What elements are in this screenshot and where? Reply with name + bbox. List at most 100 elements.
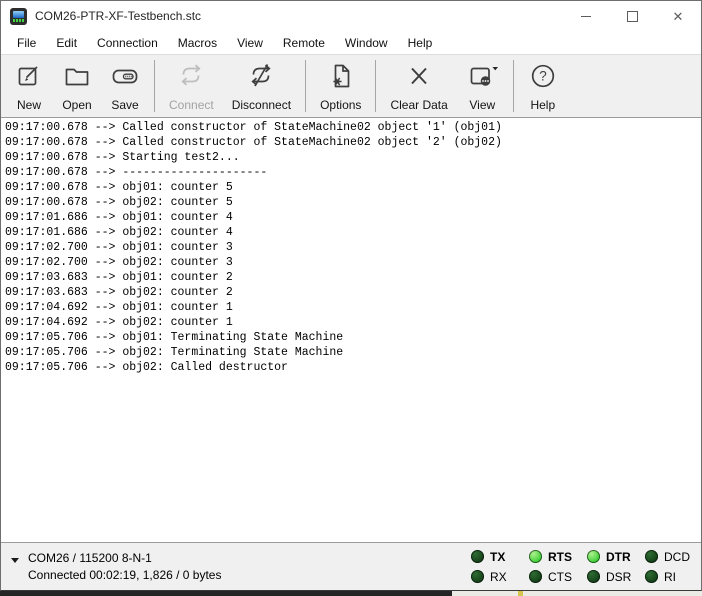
menu-remote[interactable]: Remote xyxy=(273,33,335,53)
indicator-label: RTS xyxy=(548,550,572,564)
close-icon: ✕ xyxy=(673,10,684,23)
indicator-tx: TX xyxy=(471,550,516,564)
menu-view[interactable]: View xyxy=(227,33,273,53)
terminal-line: 09:17:02.700 --> obj02: counter 3 xyxy=(5,255,701,270)
maximize-icon xyxy=(627,11,638,22)
port-settings-text: COM26 / 115200 8-N-1 xyxy=(28,551,221,565)
menu-bar: FileEditConnectionMacrosViewRemoteWindow… xyxy=(1,31,701,54)
toolbar-separator xyxy=(375,60,376,112)
indicator-ri: RI xyxy=(645,570,690,584)
maximize-button[interactable] xyxy=(609,1,655,31)
terminal-line: 09:17:03.683 --> obj01: counter 2 xyxy=(5,270,701,285)
new-button[interactable]: New xyxy=(5,58,53,115)
app-icon xyxy=(10,8,27,25)
window-title: COM26-PTR-XF-Testbench.stc xyxy=(35,9,201,23)
terminal-line: 09:17:03.683 --> obj02: counter 2 xyxy=(5,285,701,300)
terminal-line: 09:17:05.706 --> obj02: Terminating Stat… xyxy=(5,345,701,360)
connect-button: Connect xyxy=(160,58,223,115)
terminal-line: 09:17:00.678 --> Called constructor of S… xyxy=(5,120,701,135)
save-button[interactable]: Save xyxy=(101,58,149,115)
title-bar: COM26-PTR-XF-Testbench.stc ✕ xyxy=(1,1,701,31)
terminal-line: 09:17:00.678 --> obj01: counter 5 xyxy=(5,180,701,195)
connect-icon xyxy=(176,61,206,96)
indicator-label: DCD xyxy=(664,550,690,564)
toolbar-button-label: Help xyxy=(530,98,555,112)
menu-connection[interactable]: Connection xyxy=(87,33,168,53)
terminal-line: 09:17:01.686 --> obj02: counter 4 xyxy=(5,225,701,240)
cts-led-icon xyxy=(529,570,542,583)
toolbar-button-label: Save xyxy=(111,98,138,112)
menu-help[interactable]: Help xyxy=(398,33,443,53)
background-light-strip xyxy=(452,591,702,596)
indicator-dtr: DTR xyxy=(587,550,632,564)
status-bar: COM26 / 115200 8-N-1 Connected 00:02:19,… xyxy=(1,542,701,590)
indicator-rts: RTS xyxy=(529,550,574,564)
dcd-led-icon xyxy=(645,550,658,563)
toolbar-button-label: Disconnect xyxy=(232,98,291,112)
clear-data-button[interactable]: Clear Data xyxy=(381,58,456,115)
indicator-label: TX xyxy=(490,550,505,564)
terminal-line: 09:17:01.686 --> obj01: counter 4 xyxy=(5,210,701,225)
ri-led-icon xyxy=(645,570,658,583)
terminal-line: 09:17:05.706 --> obj02: Called destructo… xyxy=(5,360,701,375)
help-button[interactable]: ? Help xyxy=(519,58,567,115)
indicator-label: CTS xyxy=(548,570,572,584)
toolbar-button-label: Connect xyxy=(169,98,214,112)
background-icon-fragment xyxy=(518,591,523,596)
new-document-icon xyxy=(14,61,44,96)
app-window: COM26-PTR-XF-Testbench.stc ✕ FileEditCon… xyxy=(0,0,702,591)
status-dropdown-caret-icon[interactable] xyxy=(11,558,19,567)
toolbar-button-label: Open xyxy=(62,98,91,112)
clear-data-icon xyxy=(404,61,434,96)
disconnect-button[interactable]: Disconnect xyxy=(223,58,300,115)
indicator-label: RI xyxy=(664,570,676,584)
toolbar-separator xyxy=(305,60,306,112)
view-button[interactable]: View xyxy=(457,58,508,115)
dsr-led-icon xyxy=(587,570,600,583)
svg-text:?: ? xyxy=(539,68,547,83)
disconnect-icon xyxy=(246,61,276,96)
indicator-dcd: DCD xyxy=(645,550,690,564)
menu-edit[interactable]: Edit xyxy=(46,33,87,53)
toolbar-button-label: Clear Data xyxy=(390,98,447,112)
terminal-line: 09:17:00.678 --> Starting test2... xyxy=(5,150,701,165)
terminal-line: 09:17:04.692 --> obj02: counter 1 xyxy=(5,315,701,330)
terminal-line: 09:17:02.700 --> obj01: counter 3 xyxy=(5,240,701,255)
signal-indicators: TXRXRTSCTSDTRDSRDCDRI xyxy=(471,549,690,585)
terminal-line: 09:17:04.692 --> obj01: counter 1 xyxy=(5,300,701,315)
window-controls: ✕ xyxy=(563,1,701,31)
tx-led-icon xyxy=(471,550,484,563)
menu-file[interactable]: File xyxy=(7,33,46,53)
open-button[interactable]: Open xyxy=(53,58,101,115)
rx-led-icon xyxy=(471,570,484,583)
minimize-button[interactable] xyxy=(563,1,609,31)
indicator-rx: RX xyxy=(471,570,516,584)
options-button[interactable]: Options xyxy=(311,58,370,115)
indicator-cts: CTS xyxy=(529,570,574,584)
background-window-sliver xyxy=(0,591,702,596)
toolbar-separator xyxy=(154,60,155,112)
toolbar-separator xyxy=(513,60,514,112)
status-texts: COM26 / 115200 8-N-1 Connected 00:02:19,… xyxy=(28,551,221,582)
terminal-line: 09:17:00.678 --> obj02: counter 5 xyxy=(5,195,701,210)
menu-window[interactable]: Window xyxy=(335,33,398,53)
rts-led-icon xyxy=(529,550,542,563)
save-icon xyxy=(110,61,140,96)
dtr-led-icon xyxy=(587,550,600,563)
terminal-line: 09:17:00.678 --> --------------------- xyxy=(5,165,701,180)
view-icon xyxy=(466,61,499,96)
menu-macros[interactable]: Macros xyxy=(168,33,227,53)
terminal-line: 09:17:00.678 --> Called constructor of S… xyxy=(5,135,701,150)
indicator-label: RX xyxy=(490,570,507,584)
toolbar-button-label: New xyxy=(17,98,41,112)
terminal-line: 09:17:05.706 --> obj01: Terminating Stat… xyxy=(5,330,701,345)
terminal-output[interactable]: 09:17:00.678 --> Called constructor of S… xyxy=(1,118,701,542)
connection-status-text: Connected 00:02:19, 1,826 / 0 bytes xyxy=(28,568,221,582)
options-icon xyxy=(326,61,356,96)
close-button[interactable]: ✕ xyxy=(655,1,701,31)
toolbar: New Open Save Connect Disconnect Options… xyxy=(1,54,701,118)
open-folder-icon xyxy=(62,61,92,96)
help-icon: ? xyxy=(528,61,558,96)
screen: COM26-PTR-XF-Testbench.stc ✕ FileEditCon… xyxy=(0,0,702,596)
toolbar-button-label: View xyxy=(469,98,495,112)
